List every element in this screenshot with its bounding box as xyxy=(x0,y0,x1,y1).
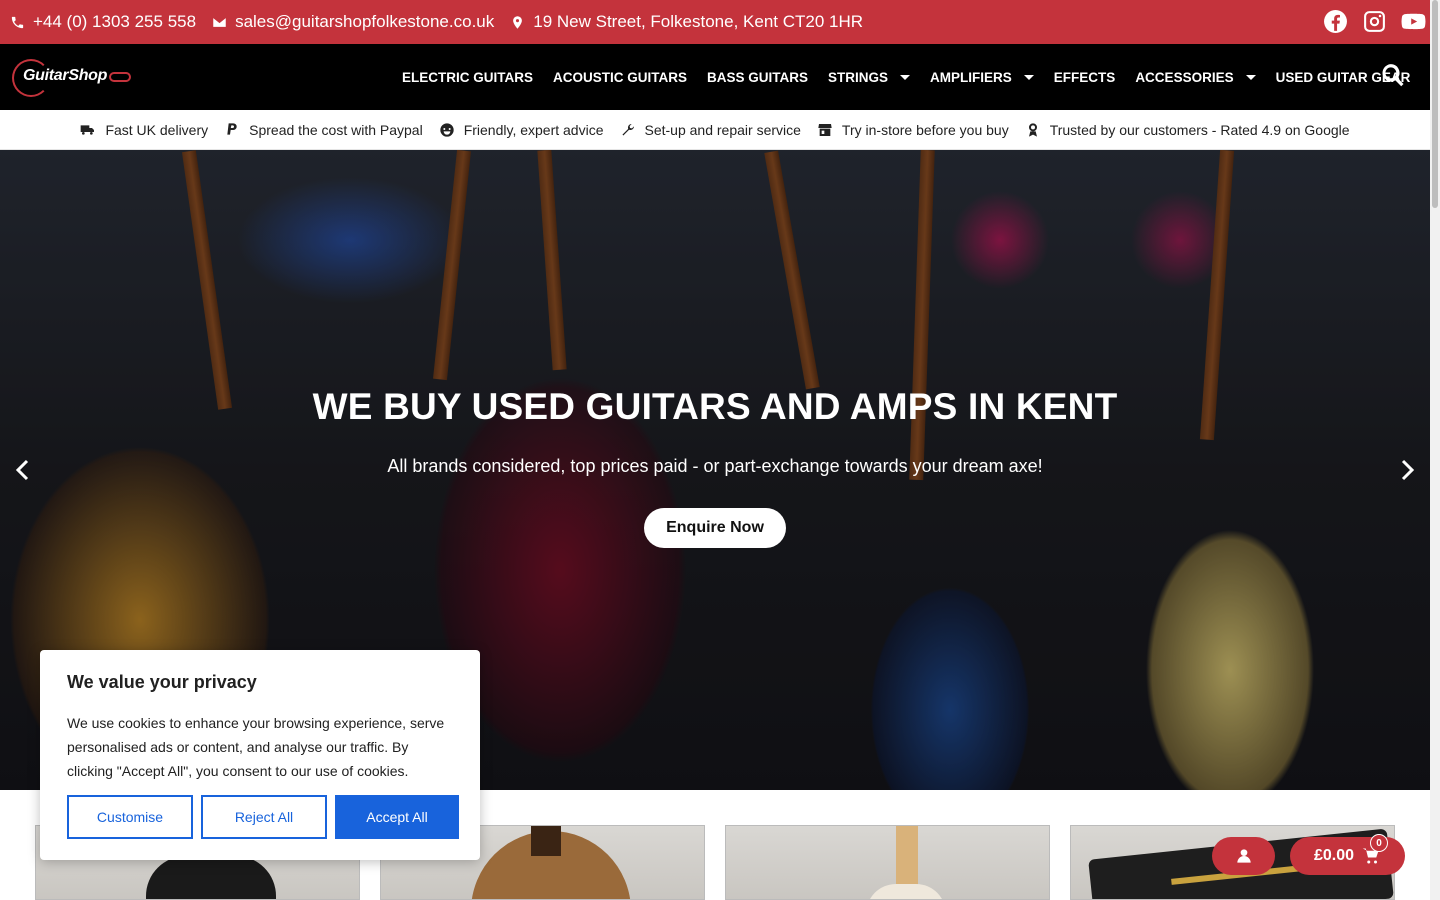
caret-down-icon xyxy=(1023,74,1034,80)
usp-repair: Set-up and repair service xyxy=(620,122,801,138)
smile-icon xyxy=(440,122,454,137)
truck-icon xyxy=(81,124,95,135)
nav-menu: ELECTRIC GUITARS ACOUSTIC GUITARS BASS G… xyxy=(402,44,1430,110)
slider-next-button[interactable] xyxy=(1397,458,1417,482)
usp-label: Friendly, expert advice xyxy=(463,121,604,138)
email-link[interactable]: sales@guitarshopfolkestone.co.uk xyxy=(212,12,494,32)
nav-item-bass-guitars[interactable]: BASS GUITARS xyxy=(707,70,808,85)
accept-all-button[interactable]: Accept All xyxy=(335,795,459,839)
store-address: 19 New Street, Folkestone, Kent CT20 1HR xyxy=(533,12,864,31)
cookie-actions: Customise Reject All Accept All xyxy=(67,795,459,839)
search-icon xyxy=(1382,64,1404,87)
logo-text: GuitarShop xyxy=(23,67,108,84)
address-link[interactable]: 19 New Street, Folkestone, Kent CT20 1HR xyxy=(510,12,863,32)
reject-all-button[interactable]: Reject All xyxy=(201,795,327,839)
nav-item-acoustic-guitars[interactable]: ACOUSTIC GUITARS xyxy=(553,70,687,85)
chevron-left-icon xyxy=(15,459,29,481)
page-scrollbar[interactable] xyxy=(1430,0,1440,900)
nav-item-label: ACCESSORIES xyxy=(1135,69,1234,85)
usp-bar: Fast UK delivery Spread the cost with Pa… xyxy=(0,110,1430,150)
cart-total: £0.00 xyxy=(1314,847,1355,864)
phone-number: +44 (0) 1303 255 558 xyxy=(33,12,197,31)
usp-label: Spread the cost with Paypal xyxy=(249,121,423,138)
chevron-right-icon xyxy=(1401,459,1415,481)
nav-item-label: ACOUSTIC GUITARS xyxy=(553,69,687,85)
electric-guitar-image xyxy=(146,856,276,899)
site-logo[interactable]: GuitarShop xyxy=(12,57,132,97)
usp-instore: Try in-store before you buy xyxy=(817,122,1009,138)
nav-item-amplifiers[interactable]: AMPLIFIERS xyxy=(930,70,1034,85)
usp-delivery: Fast UK delivery xyxy=(80,122,208,138)
enquire-now-button[interactable]: Enquire Now xyxy=(644,508,786,548)
cookie-consent-banner: We value your privacy We use cookies to … xyxy=(40,650,480,860)
nav-item-label: BASS GUITARS xyxy=(707,69,809,85)
nav-item-electric-guitars[interactable]: ELECTRIC GUITARS xyxy=(402,70,533,85)
social-links xyxy=(1323,9,1426,34)
search-button[interactable] xyxy=(1380,62,1408,90)
paypal-icon xyxy=(227,122,237,135)
cookie-body-text: We use cookies to enhance your browsing … xyxy=(67,715,445,779)
usp-rating: Trusted by our customers - Rated 4.9 on … xyxy=(1025,122,1350,138)
nav-item-label: EFFECTS xyxy=(1053,69,1116,85)
cart-count-badge: 0 xyxy=(1370,834,1388,852)
caret-down-icon xyxy=(1245,74,1256,80)
account-button[interactable] xyxy=(1212,837,1275,875)
guitar-neck-image xyxy=(531,826,561,856)
store-icon xyxy=(818,123,832,136)
usp-label: Try in-store before you buy xyxy=(841,121,1009,138)
hero-title: WE BUY USED GUITARS AND AMPS IN KENT xyxy=(312,386,1118,427)
usp-advice: Friendly, expert advice xyxy=(439,122,604,138)
usp-label: Trusted by our customers - Rated 4.9 on … xyxy=(1049,121,1350,138)
usp-label: Set-up and repair service xyxy=(644,121,801,138)
facebook-icon[interactable] xyxy=(1323,9,1348,34)
nav-item-label: ELECTRIC GUITARS xyxy=(402,69,533,85)
scrollbar-thumb[interactable] xyxy=(1432,0,1438,208)
envelope-icon xyxy=(213,17,226,27)
usp-label: Fast UK delivery xyxy=(105,121,209,138)
main-navigation: GuitarShop ELECTRIC GUITARS ACOUSTIC GUI… xyxy=(0,44,1430,110)
usp-paypal: Spread the cost with Paypal xyxy=(224,122,423,138)
nav-item-strings[interactable]: STRINGS xyxy=(828,69,911,85)
nav-item-accessories[interactable]: ACCESSORIES xyxy=(1135,69,1256,85)
customise-button[interactable]: Customise xyxy=(67,795,193,839)
wrench-icon xyxy=(621,123,634,136)
category-tile-bass[interactable] xyxy=(725,825,1050,900)
phone-icon xyxy=(11,16,24,28)
instagram-icon[interactable] xyxy=(1362,9,1387,34)
bass-body-image xyxy=(866,884,946,899)
cart-button[interactable]: £0.00 0 xyxy=(1290,834,1405,875)
user-icon xyxy=(1236,849,1251,863)
bass-neck-image xyxy=(896,826,918,886)
nav-item-label: STRINGS xyxy=(828,69,889,85)
caret-down-icon xyxy=(900,74,911,80)
hero-subtitle: All brands considered, top prices paid -… xyxy=(387,456,1043,476)
map-pin-icon xyxy=(513,15,523,29)
top-contact-bar: +44 (0) 1303 255 558 sales@guitarshopfol… xyxy=(0,0,1430,44)
phone-link[interactable]: +44 (0) 1303 255 558 xyxy=(10,12,196,32)
email-address: sales@guitarshopfolkestone.co.uk xyxy=(235,12,495,31)
youtube-icon[interactable] xyxy=(1401,9,1426,34)
guitar-logo-icon xyxy=(109,72,131,82)
nav-item-label: AMPLIFIERS xyxy=(930,69,1012,85)
award-icon xyxy=(1028,122,1037,137)
slider-prev-button[interactable] xyxy=(13,458,33,482)
cookie-title: We value your privacy xyxy=(67,672,257,692)
nav-item-effects[interactable]: EFFECTS xyxy=(1054,70,1116,85)
